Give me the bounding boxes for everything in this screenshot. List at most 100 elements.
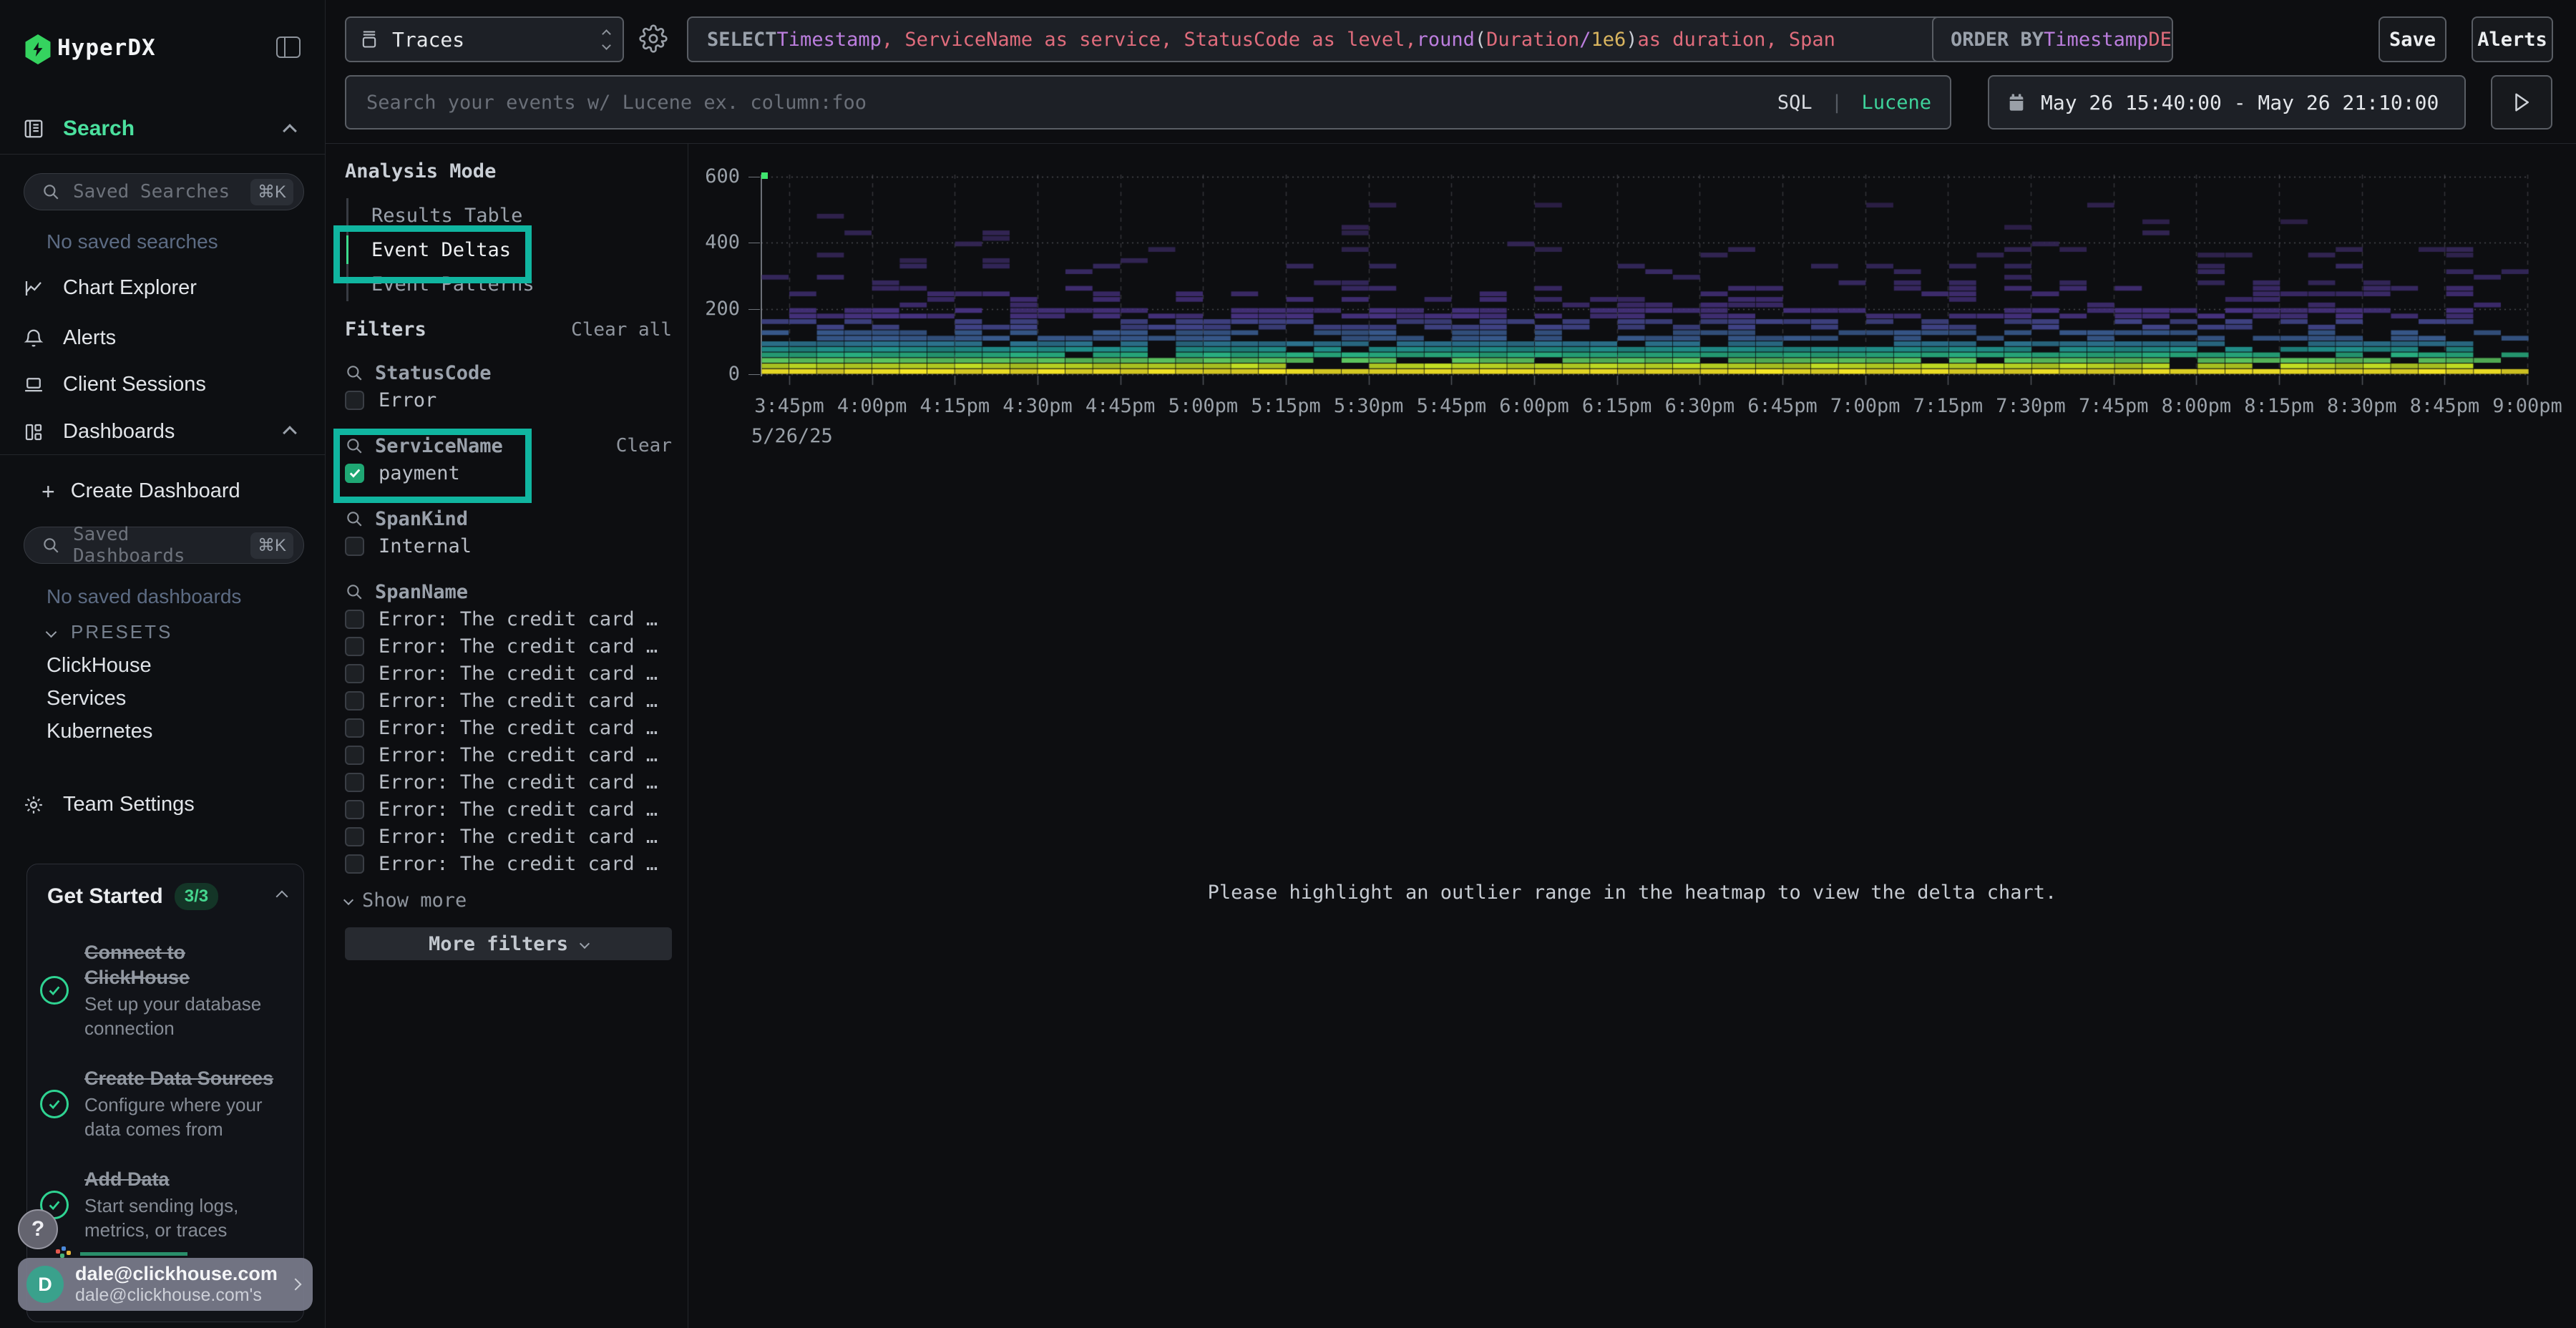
preset-item-kubernetes[interactable]: Kubernetes [47, 720, 152, 743]
checkbox-checked[interactable] [345, 464, 364, 483]
source-select[interactable]: Traces [345, 16, 624, 62]
clear-all-button[interactable]: Clear all [571, 319, 672, 341]
filter-option-label: Internal [379, 535, 472, 557]
analysis-mode-event-deltas[interactable]: Event Deltas [348, 233, 672, 267]
filter-option-payment[interactable]: payment [345, 459, 672, 487]
dashboard-grid-icon [23, 421, 44, 443]
sidebar-item-client-sessions[interactable]: Client Sessions [23, 373, 206, 396]
saved-dashboards-input[interactable]: Saved Dashboards ⌘K [24, 527, 304, 564]
presets-toggle[interactable]: PRESETS [47, 621, 172, 643]
preset-item-clickhouse[interactable]: ClickHouse [47, 654, 152, 678]
analysis-mode-results-table[interactable]: Results Table [348, 198, 672, 233]
code-token: ) [1626, 29, 1637, 51]
sidebar-item-dashboards[interactable]: Dashboards [23, 420, 175, 444]
checkbox-unchecked[interactable] [345, 691, 364, 711]
no-saved-dashboards-text: No saved dashboards [47, 585, 241, 608]
get-started-item[interactable]: Add DataStart sending logs, metrics, or … [40, 1167, 299, 1242]
help-button[interactable]: ? [18, 1209, 58, 1249]
filter-option-error-the-credit-card-[interactable]: Error: The credit card … [345, 768, 672, 796]
get-started-title: Get Started [47, 884, 163, 909]
checkbox-unchecked[interactable] [345, 610, 364, 629]
shortcut-badge: ⌘K [250, 179, 293, 205]
filter-option-error-the-credit-card-[interactable]: Error: The credit card … [345, 741, 672, 768]
filter-option-error-the-credit-card-[interactable]: Error: The credit card … [345, 796, 672, 823]
language-toggle[interactable]: SQL | Lucene [1777, 92, 1931, 114]
sidebar-item-label: Dashboards [63, 420, 175, 444]
y-axis-tick [748, 374, 760, 375]
save-button[interactable]: Save [2379, 16, 2446, 62]
order-by-editor[interactable]: ORDER BY Timestamp DESC [1932, 16, 2173, 62]
filter-option-internal[interactable]: Internal [345, 532, 672, 560]
sidebar-item-alerts[interactable]: Alerts [23, 326, 116, 350]
chevron-down-icon [343, 895, 353, 905]
checkbox-unchecked[interactable] [345, 773, 364, 792]
run-query-button[interactable] [2491, 75, 2552, 130]
search-icon [42, 182, 60, 201]
create-dashboard-label: Create Dashboard [71, 479, 240, 503]
heatmap-drag-handle[interactable] [761, 172, 768, 179]
saved-searches-input[interactable]: Saved Searches ⌘K [24, 173, 304, 210]
user-menu[interactable]: D dale@clickhouse.com dale@clickhouse.co… [18, 1258, 313, 1311]
code-token: / [1579, 29, 1591, 51]
filter-group-name[interactable]: StatusCode [375, 362, 492, 384]
filter-option-error-the-credit-card-[interactable]: Error: The credit card … [345, 823, 672, 850]
sidebar-item-team-settings[interactable]: Team Settings [23, 793, 195, 816]
gear-icon [639, 24, 668, 53]
alerts-button[interactable]: Alerts [2472, 16, 2553, 62]
more-filters-button[interactable]: More filters [345, 927, 672, 960]
filter-option-error-the-credit-card-[interactable]: Error: The credit card … [345, 850, 672, 877]
latency-heatmap[interactable] [761, 175, 2529, 389]
filter-option-error[interactable]: Error [345, 386, 672, 414]
checkbox-unchecked[interactable] [345, 664, 364, 683]
show-more-button[interactable]: Show more [345, 884, 672, 916]
sidebar-item-chart-explorer[interactable]: Chart Explorer [23, 276, 197, 300]
filter-group-name[interactable]: SpanKind [375, 508, 468, 530]
filter-option-error-the-credit-card-[interactable]: Error: The credit card … [345, 714, 672, 741]
get-started-item[interactable]: Create Data SourcesConfigure where your … [40, 1066, 299, 1141]
preset-item-services[interactable]: Services [47, 687, 126, 711]
checkbox-unchecked[interactable] [345, 718, 364, 738]
filter-option-error-the-credit-card-[interactable]: Error: The credit card … [345, 660, 672, 687]
source-settings-button[interactable] [639, 24, 668, 57]
filter-option-error-the-credit-card-[interactable]: Error: The credit card … [345, 633, 672, 660]
checkbox-unchecked[interactable] [345, 854, 364, 874]
chevron-up-icon[interactable] [283, 426, 297, 440]
filter-group-spankind: SpanKind Internal [345, 505, 672, 560]
sidebar-collapse-icon[interactable] [276, 36, 301, 58]
chevron-up-icon[interactable] [276, 891, 288, 903]
filter-option-error-the-credit-card-[interactable]: Error: The credit card … [345, 687, 672, 714]
filter-group-statuscode: StatusCodeError [345, 359, 672, 414]
date-range-picker[interactable]: May 26 15:40:00 - May 26 21:10:00 [1988, 75, 2466, 130]
chevron-up-icon[interactable] [283, 124, 297, 138]
date-range-value: May 26 15:40:00 - May 26 21:10:00 [2041, 91, 2439, 114]
checkbox-unchecked[interactable] [345, 537, 364, 556]
table-source-icon [359, 29, 379, 49]
filter-group-name[interactable]: ServiceName [375, 435, 503, 457]
checkbox-unchecked[interactable] [345, 746, 364, 765]
search-placeholder: Search your events w/ Lucene ex. column:… [366, 92, 1777, 114]
y-axis-tick-label: 600 [690, 165, 740, 187]
lucene-mode-option[interactable]: Lucene [1861, 92, 1931, 114]
code-token: 1e6 [1591, 29, 1626, 51]
journal-search-icon [23, 118, 44, 140]
team-settings-label: Team Settings [63, 793, 195, 816]
filter-group-name[interactable]: SpanName [375, 581, 468, 603]
search-input[interactable]: Search your events w/ Lucene ex. column:… [345, 75, 1951, 130]
checkbox-unchecked[interactable] [345, 800, 364, 819]
source-select-value: Traces [392, 28, 590, 52]
checkbox-unchecked[interactable] [345, 391, 364, 410]
filter-option-error-the-credit-card-[interactable]: Error: The credit card … [345, 605, 672, 633]
checkbox-unchecked[interactable] [345, 637, 364, 656]
get-started-item-title: Connect to ClickHouse [84, 940, 285, 990]
get-started-item[interactable]: Connect to ClickHouseSet up your databas… [40, 940, 299, 1040]
code-token: round [1417, 29, 1475, 51]
sql-mode-option[interactable]: SQL [1777, 92, 1813, 114]
analysis-mode-event-patterns[interactable]: Event Patterns [348, 267, 672, 301]
user-email: dale@clickhouse.com [75, 1263, 291, 1285]
checkbox-unchecked[interactable] [345, 827, 364, 846]
sql-select-editor[interactable]: SELECT Timestamp, ServiceName as service… [687, 16, 1951, 62]
sidebar-section-search[interactable]: Search [23, 117, 135, 141]
filter-clear-button[interactable]: Clear [616, 435, 672, 456]
create-dashboard-button[interactable]: + Create Dashboard [42, 479, 240, 503]
play-icon [2512, 92, 2531, 113]
